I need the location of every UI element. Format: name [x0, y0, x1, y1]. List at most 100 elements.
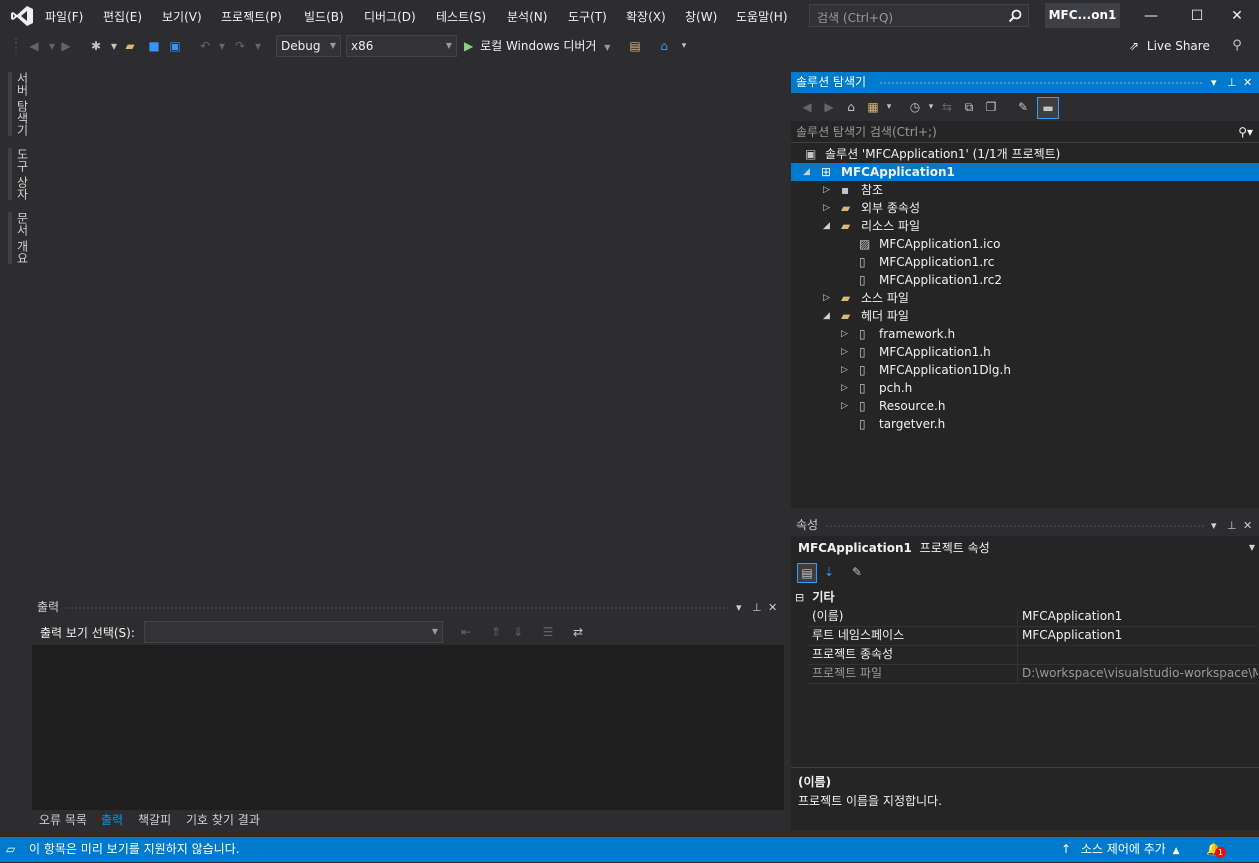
tree-item[interactable]: ▷ ▯ framework.h: [791, 325, 1259, 343]
property-row[interactable]: 프로젝트 파일 D:\workspace\visualstudio-worksp…: [808, 664, 1258, 684]
solution-explorer-titlebar[interactable]: 솔루션 탐색기 ▾ ⊥ ✕: [791, 72, 1259, 93]
app-window-icon[interactable]: ⌂: [656, 38, 672, 54]
menu-build[interactable]: 빌드(B): [304, 8, 344, 25]
tree-item[interactable]: ◢ ▰ 리소스 파일: [791, 217, 1259, 235]
window-position-dropdown-icon[interactable]: ▾: [1211, 515, 1217, 536]
pin-icon[interactable]: ⊥: [1227, 515, 1237, 536]
pending-changes-icon[interactable]: ◷: [907, 99, 923, 115]
tree-item[interactable]: ▷ ▰ 외부 종속성: [791, 199, 1259, 217]
save-all-icon[interactable]: ▣: [167, 38, 183, 54]
navigate-forward-icon[interactable]: ▶: [58, 38, 74, 54]
toolbar-grip[interactable]: [14, 37, 18, 55]
dropdown-arrow-icon[interactable]: ▾: [214, 38, 230, 54]
tree-item[interactable]: ▯ MFCApplication1.rc: [791, 253, 1259, 271]
menu-view[interactable]: 보기(V): [162, 8, 202, 25]
browse-icon[interactable]: ▤: [627, 38, 643, 54]
property-row[interactable]: 루트 네임스페이스 MFCApplication1: [808, 626, 1258, 646]
feedback-icon[interactable]: ⚲: [1229, 38, 1245, 54]
close-panel-icon[interactable]: ✕: [768, 597, 777, 618]
tab-toolbox[interactable]: 도구 상자: [8, 148, 31, 200]
tree-item[interactable]: ▯ targetver.h: [791, 415, 1259, 433]
menu-file[interactable]: 파일(F): [45, 8, 83, 25]
category-header[interactable]: ⊟ 기타: [795, 589, 835, 605]
property-pages-icon[interactable]: ✎: [849, 564, 865, 580]
close-button[interactable]: ✕: [1214, 0, 1259, 32]
menu-extensions[interactable]: 확장(X): [626, 8, 666, 25]
close-panel-icon[interactable]: ✕: [1243, 72, 1252, 93]
tree-item[interactable]: ▷ ▯ pch.h: [791, 379, 1259, 397]
tab-document-outline[interactable]: 문서 개요: [8, 212, 31, 264]
tree-item[interactable]: ▷ ▪ 참조: [791, 181, 1259, 199]
save-icon[interactable]: ■: [146, 38, 162, 54]
new-project-icon[interactable]: ✱: [88, 38, 104, 54]
dropdown-arrow-icon[interactable]: ▾: [250, 38, 266, 54]
splitter[interactable]: [791, 767, 1259, 768]
output-text-area[interactable]: [32, 645, 784, 810]
redo-icon[interactable]: ↷: [232, 38, 248, 54]
tab-server-explorer[interactable]: 서버 탐색기: [8, 72, 31, 136]
collapse-all-icon[interactable]: ⧉: [961, 99, 977, 115]
notifications-button[interactable]: 🔔 1: [1206, 837, 1226, 861]
close-panel-icon[interactable]: ✕: [1243, 515, 1252, 536]
property-value[interactable]: MFCApplication1: [1022, 626, 1258, 645]
dropdown-arrow-icon[interactable]: ▾: [106, 38, 122, 54]
collapsed-arrow-icon[interactable]: ▷: [823, 199, 833, 217]
menu-test[interactable]: 테스트(S): [436, 8, 486, 25]
property-value[interactable]: MFCApplication1: [1022, 607, 1258, 626]
tree-item[interactable]: ▷ ▰ 소스 파일: [791, 289, 1259, 307]
tree-item[interactable]: ▷ ▯ Resource.h: [791, 397, 1259, 415]
menu-tools[interactable]: 도구(T): [568, 8, 607, 25]
tab-find-symbol-results[interactable]: 기호 찾기 결과: [186, 811, 260, 828]
platform-combo[interactable]: x86 ▼: [346, 35, 457, 57]
collapsed-arrow-icon[interactable]: ▷: [841, 397, 851, 415]
categorized-icon[interactable]: ▤: [797, 563, 817, 583]
menu-edit[interactable]: 편집(E): [103, 8, 142, 25]
collapsed-arrow-icon[interactable]: ▷: [841, 361, 851, 379]
collapsed-arrow-icon[interactable]: ▷: [841, 343, 851, 361]
solution-explorer-search[interactable]: 솔루션 탐색기 검색(Ctrl+;) ⚲▾: [791, 121, 1259, 143]
window-position-dropdown-icon[interactable]: ▾: [736, 597, 742, 618]
expanded-arrow-icon[interactable]: ◢: [823, 217, 833, 235]
dropdown-arrow-icon[interactable]: ▾: [923, 99, 939, 115]
home-icon[interactable]: ⌂: [843, 99, 859, 115]
start-debugging-button[interactable]: ▶ 로컬 Windows 디버거 ▼: [464, 37, 610, 55]
preview-selected-items-icon[interactable]: ▬: [1037, 97, 1059, 119]
previous-message-icon[interactable]: ⇑: [488, 624, 504, 640]
add-to-source-control-button[interactable]: ↑ 소스 제어에 추가 ▲: [1061, 837, 1180, 863]
navigate-back-icon[interactable]: ◀: [26, 38, 42, 54]
switch-views-icon[interactable]: ▦: [865, 99, 881, 115]
word-wrap-icon[interactable]: ⇄: [570, 624, 586, 640]
collapsed-arrow-icon[interactable]: ▷: [823, 289, 833, 307]
tree-item[interactable]: ▯ MFCApplication1.rc2: [791, 271, 1259, 289]
properties-titlebar[interactable]: 속성 ▾ ⊥ ✕: [791, 515, 1259, 536]
property-row[interactable]: (이름) MFCApplication1: [808, 607, 1258, 627]
tree-item[interactable]: ▷ ▯ MFCApplication1.h: [791, 343, 1259, 361]
tree-item[interactable]: ▷ ▯ MFCApplication1Dlg.h: [791, 361, 1259, 379]
expanded-arrow-icon[interactable]: ◢: [803, 163, 813, 181]
tree-item[interactable]: ▨ MFCApplication1.ico: [791, 235, 1259, 253]
collapsed-arrow-icon[interactable]: ▷: [823, 181, 833, 199]
tab-error-list[interactable]: 오류 목록: [39, 811, 87, 828]
next-message-icon[interactable]: ⇓: [510, 624, 526, 640]
tab-output[interactable]: 출력: [101, 811, 123, 828]
tab-bookmarks[interactable]: 책갈피: [138, 811, 171, 828]
menu-help[interactable]: 도움말(H): [736, 8, 788, 25]
sync-icon[interactable]: ⇆: [939, 99, 955, 115]
navigate-back-icon[interactable]: ◀: [799, 99, 815, 115]
properties-wrench-icon[interactable]: ✎: [1015, 99, 1031, 115]
property-row[interactable]: 프로젝트 종속성: [808, 645, 1258, 665]
property-value[interactable]: D:\workspace\visualstudio-workspace\MFCA…: [1022, 664, 1258, 683]
dropdown-arrow-icon[interactable]: ▾: [881, 99, 897, 115]
show-all-files-icon[interactable]: ❐: [983, 99, 999, 115]
toolbar-overflow-icon[interactable]: ▾: [676, 38, 692, 54]
expanded-arrow-icon[interactable]: ◢: [823, 307, 833, 325]
alphabetical-icon[interactable]: ⇣: [821, 564, 837, 580]
tree-item[interactable]: ◢ ▰ 헤더 파일: [791, 307, 1259, 325]
menu-debug[interactable]: 디버그(D): [364, 8, 416, 25]
collapsed-arrow-icon[interactable]: ▷: [841, 325, 851, 343]
undo-icon[interactable]: ↶: [197, 38, 213, 54]
tree-item[interactable]: ◢ ⊞ MFCApplication1: [791, 163, 1259, 181]
minimize-button[interactable]: —: [1128, 0, 1174, 32]
quick-launch-search[interactable]: 검색 (Ctrl+Q): [809, 4, 1029, 27]
navigate-forward-icon[interactable]: ▶: [821, 99, 837, 115]
